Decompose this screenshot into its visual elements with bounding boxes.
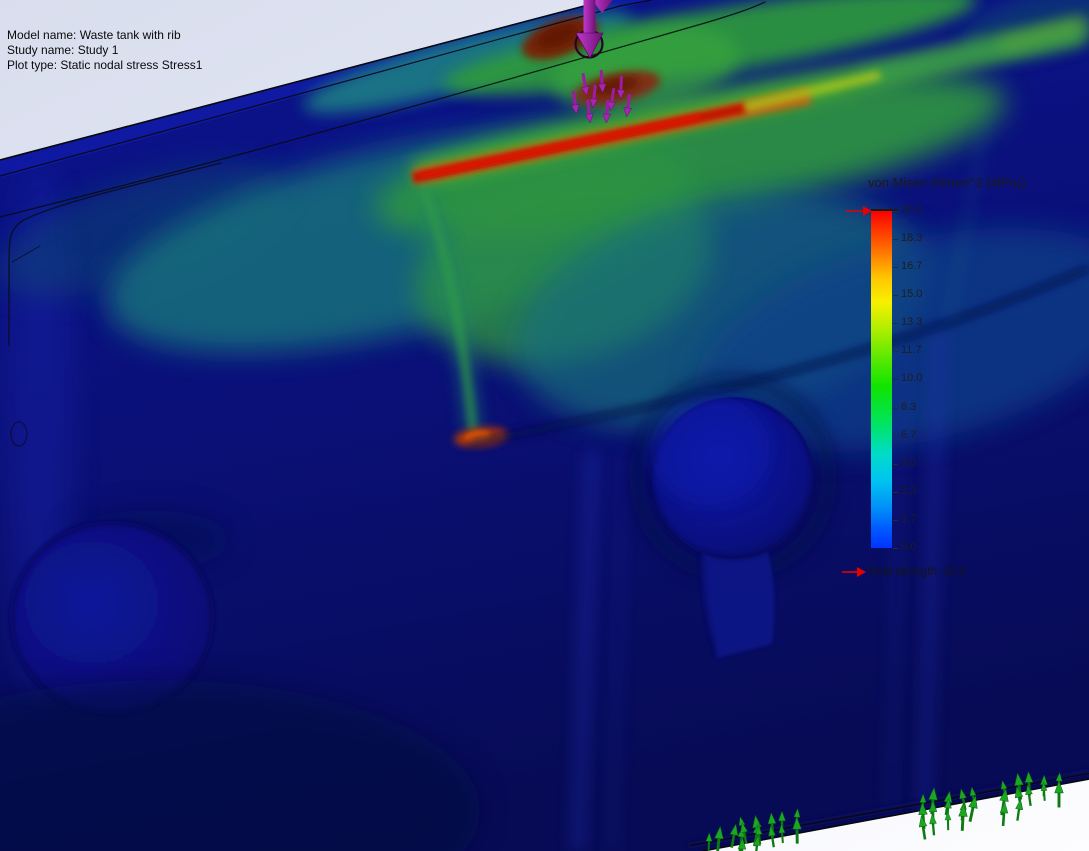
legend-tick-label: 3.3 — [901, 485, 916, 497]
legend-tick-mark — [893, 520, 898, 521]
legend-tick-mark — [893, 492, 898, 493]
yield-strength-label: Yield strength: 20.0 — [867, 566, 966, 578]
legend-tick-mark — [893, 548, 898, 549]
legend-tick-mark — [893, 408, 898, 409]
legend-tick-label: 8.3 — [901, 401, 916, 413]
fixture-arrow-icon — [958, 804, 968, 831]
legend-tick-mark — [893, 211, 898, 212]
legend-tick-label: 11.7 — [901, 344, 922, 356]
fea-model-render — [0, 0, 1089, 851]
fixture-arrow-icon — [1014, 799, 1024, 821]
legend-tick-mark — [893, 239, 898, 240]
legend-tick-label: 5.0 — [901, 457, 916, 469]
legend-tick-label: 0.0 — [901, 541, 916, 553]
tank-body — [0, 0, 1089, 851]
max-value-arrow-icon — [845, 204, 873, 218]
legend-tick-label: 6.7 — [901, 429, 916, 441]
legend-tick-mark — [893, 464, 898, 465]
legend-tick-label: 16.7 — [901, 260, 922, 272]
fixture-arrow-icon — [917, 815, 929, 840]
legend-tick-mark — [893, 267, 898, 268]
legend-tick-mark — [893, 323, 898, 324]
legend-tick-label: 10.0 — [901, 372, 922, 384]
legend-tick-mark — [893, 436, 898, 437]
legend-tick-mark — [893, 351, 898, 352]
legend-tick-label: 20.0 — [901, 204, 922, 216]
legend-color-bar — [871, 211, 892, 548]
legend-tick-mark — [893, 379, 898, 380]
legend-tick-label: 18.3 — [901, 232, 922, 244]
yield-strength-arrow-icon — [841, 565, 867, 579]
legend-tick-mark — [893, 295, 898, 296]
3d-viewport[interactable]: Model name: Waste tank with rib Study na… — [0, 0, 1089, 851]
model-name-label: Model name: Waste tank with rib — [7, 28, 202, 43]
study-name-label: Study name: Study 1 — [7, 43, 202, 58]
legend-tick-label: 13.3 — [901, 316, 922, 328]
legend-tick-label: 1.7 — [901, 513, 916, 525]
legend-tick-label: 15.0 — [901, 288, 922, 300]
plot-annotations: Model name: Waste tank with rib Study na… — [7, 28, 202, 73]
plot-type-label: Plot type: Static nodal stress Stress1 — [7, 58, 202, 73]
fixture-arrow-icon — [929, 814, 938, 836]
legend-title: von Mises (N/mm^2 (MPa)) — [868, 175, 1026, 190]
